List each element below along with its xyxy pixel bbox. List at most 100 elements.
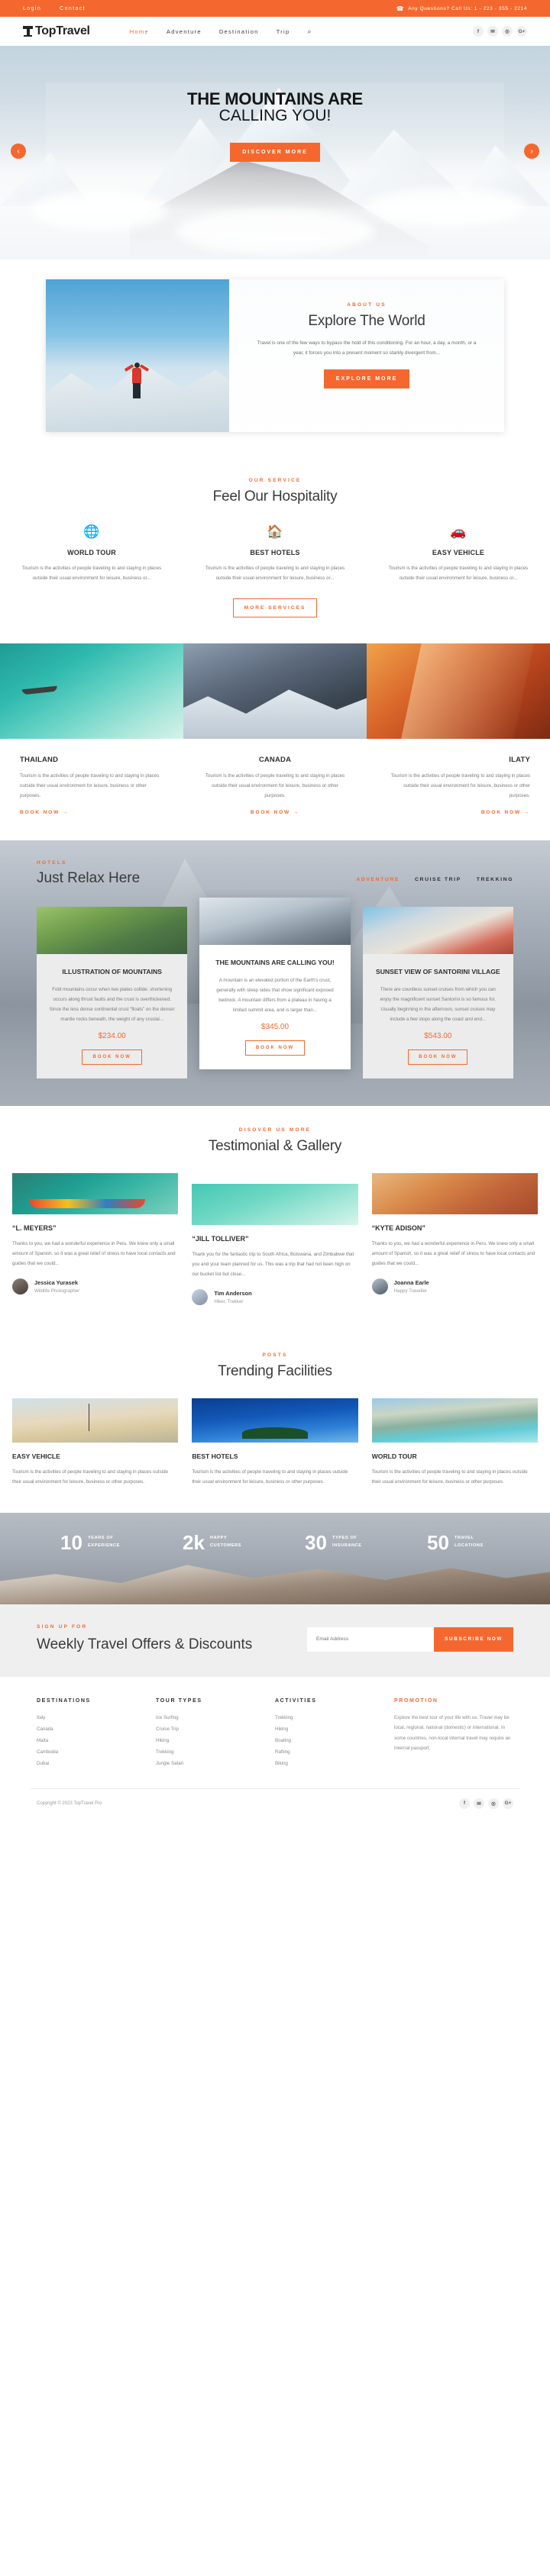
globe-icon: 🌐 xyxy=(83,524,100,539)
footer-column-title: DESTINATIONS xyxy=(37,1698,91,1704)
stat-item: 50 TRAVEL LOCATIONS xyxy=(397,1533,519,1552)
destination-image-ilaty[interactable] xyxy=(367,643,550,740)
chevron-right-icon[interactable]: › xyxy=(524,143,539,159)
hotels-title: Just Relax Here xyxy=(37,870,141,887)
nav-item-destination[interactable]: Destination xyxy=(219,28,259,35)
post-card[interactable]: WORLD TOUR Tourism is the activities of … xyxy=(371,1398,538,1487)
footer-link[interactable]: Dubai xyxy=(37,1759,156,1770)
posts-grid: EASY VEHICLE Tourism is the activities o… xyxy=(0,1398,550,1487)
more-services-button[interactable]: MORE SERVICES xyxy=(232,598,318,618)
facebook-icon[interactable]: f xyxy=(459,1797,470,1809)
header-socials: f ✉ ◎ G+ xyxy=(473,26,527,37)
newsletter-eyebrow: SIGN UP FOR xyxy=(37,1623,88,1630)
post-photo xyxy=(12,1398,179,1443)
about-title: Explore The World xyxy=(308,313,425,329)
stat-item: 30 TYPES OF INSURANCE xyxy=(275,1533,397,1552)
book-now-button[interactable]: BOOK NOW xyxy=(244,1040,306,1056)
destination-images xyxy=(0,643,550,740)
tab-cruise-trip[interactable]: CRUISE TRIP xyxy=(415,877,461,882)
services-eyebrow: OUR SERVICE xyxy=(248,478,302,483)
footer-link[interactable]: Jungle Safari xyxy=(156,1759,275,1770)
service-title: WORLD TOUR xyxy=(67,549,116,556)
post-photo xyxy=(192,1398,358,1443)
service-card-easy-vehicle[interactable]: 🚗 EASY VEHICLE Tourism is the activities… xyxy=(367,525,550,583)
instagram-icon[interactable]: ◎ xyxy=(502,26,513,37)
destination-image-canada[interactable] xyxy=(183,643,367,740)
post-card[interactable]: BEST HOTELS Tourism is the activities of… xyxy=(192,1398,358,1487)
explore-more-button[interactable]: EXPLORE MORE xyxy=(323,369,410,388)
service-card-world-tour[interactable]: 🌐 WORLD TOUR Tourism is the activities o… xyxy=(0,525,183,583)
contact-link[interactable]: Contact xyxy=(60,6,86,11)
instagram-icon[interactable]: ◎ xyxy=(488,1797,499,1809)
services-section: OUR SERVICE Feel Our Hospitality 🌐 WORLD… xyxy=(0,458,550,644)
top-bar: Login Contact ☎ Any Questions? Call Us: … xyxy=(0,0,550,17)
hiker-figure-icon xyxy=(124,360,150,400)
footer-column-promotion: PROMOTION Explore the best tour of your … xyxy=(394,1698,513,1769)
hotel-card[interactable]: SUNSET VIEW OF SANTORINI VILLAGE There a… xyxy=(362,907,513,1078)
nav-item-home[interactable]: Home xyxy=(130,28,149,35)
phone-info: ☎ Any Questions? Call Us: 1 - 223 - 355 … xyxy=(396,5,527,12)
hotel-text: Fold mountains occur when two plates col… xyxy=(49,986,175,1022)
destination-image-thailand[interactable] xyxy=(0,643,183,740)
footer-column-title: TOUR TYPES xyxy=(156,1698,202,1704)
hotel-text: A mountain is an elevated portion of the… xyxy=(216,977,334,1013)
book-now-button[interactable]: BOOK NOW xyxy=(82,1049,142,1065)
logo[interactable]: TopTravel xyxy=(23,24,90,38)
posts-section: POSTS Trending Facilities EASY VEHICLE T… xyxy=(0,1330,550,1513)
google-plus-icon[interactable]: G+ xyxy=(516,26,527,37)
destination-text: Tourism is the activities of people trav… xyxy=(390,773,530,799)
chevron-left-icon[interactable]: ‹ xyxy=(11,143,26,159)
stat-number: 10 xyxy=(60,1530,82,1554)
testimonial-text: Thanks to you, we had a wonderful experi… xyxy=(371,1240,535,1266)
footer-link[interactable]: Hiking xyxy=(275,1724,394,1736)
book-now-link[interactable]: BOOK NOW → xyxy=(20,810,69,815)
hero-title: THE MOUNTAINS ARE CALLING YOU! xyxy=(0,90,550,124)
footer-link[interactable]: Hiking xyxy=(156,1736,275,1747)
footer-link[interactable]: Canada xyxy=(37,1724,156,1736)
stat-number: 2k xyxy=(183,1530,205,1554)
twitter-icon[interactable]: ✉ xyxy=(487,26,498,37)
footer-link[interactable]: Cambodia xyxy=(37,1747,156,1759)
footer-link[interactable]: Rafting xyxy=(275,1747,394,1759)
discover-more-button[interactable]: DISCOVER MORE xyxy=(230,143,320,163)
footer-column-activities: ACTIVITIES Trekking Hiking Boating Rafti… xyxy=(275,1698,394,1769)
hotel-card[interactable]: ILLUSTRATION OF MOUNTAINS Fold mountains… xyxy=(37,907,188,1078)
hotel-card[interactable]: THE MOUNTAINS ARE CALLING YOU! A mountai… xyxy=(199,898,351,1069)
book-now-link[interactable]: BOOK NOW → xyxy=(481,810,530,815)
footer-link[interactable]: Malta xyxy=(37,1736,156,1747)
site-header: TopTravel Home Adventure Destination Tri… xyxy=(0,17,550,46)
search-icon[interactable]: ⌕ xyxy=(307,27,311,36)
tab-adventure[interactable]: ADVENTURE xyxy=(356,877,400,882)
post-card[interactable]: EASY VEHICLE Tourism is the activities o… xyxy=(12,1398,179,1487)
email-field[interactable] xyxy=(307,1627,435,1652)
google-plus-icon[interactable]: G+ xyxy=(503,1797,513,1809)
footer-link[interactable]: Trekking xyxy=(275,1713,394,1724)
testimonial-section: DISOVER US MORE Testimonial & Gallery “L… xyxy=(0,1105,550,1331)
hero-title-line2: CALLING YOU! xyxy=(218,107,332,125)
footer-link[interactable]: Cruise Trip xyxy=(156,1724,275,1736)
service-title: EASY VEHICLE xyxy=(432,549,485,556)
service-card-best-hotels[interactable]: 🏠 BEST HOTELS Tourism is the activities … xyxy=(183,525,367,583)
tab-trekking[interactable]: TREKKING xyxy=(477,877,513,882)
footer-link[interactable]: Italy xyxy=(37,1713,156,1724)
hotel-title: ILLUSTRATION OF MOUNTAINS xyxy=(62,968,162,976)
nav-item-trip[interactable]: Trip xyxy=(277,28,290,35)
hotel-title: SUNSET VIEW OF SANTORINI VILLAGE xyxy=(375,968,500,976)
destination-card-ilaty: ILATY Tourism is the activities of peopl… xyxy=(367,756,550,817)
footer-link[interactable]: Ice Surfing xyxy=(156,1713,275,1724)
stats-section: 10 YEARS OF EXPERIENCE 2k HAPPY CUSTOMER… xyxy=(0,1512,550,1604)
footer-link[interactable]: Trekking xyxy=(156,1747,275,1759)
main-nav: Home Adventure Destination Trip ⌕ xyxy=(130,27,312,36)
twitter-icon[interactable]: ✉ xyxy=(474,1797,484,1809)
footer-link[interactable]: Boating xyxy=(275,1736,394,1747)
book-now-link[interactable]: BOOK NOW → xyxy=(251,810,299,815)
nav-item-adventure[interactable]: Adventure xyxy=(167,28,202,35)
facebook-icon[interactable]: f xyxy=(473,26,484,37)
testimonial-quote: “L. MEYERS” xyxy=(12,1224,57,1232)
login-link[interactable]: Login xyxy=(23,6,41,11)
hero-section: THE MOUNTAINS ARE CALLING YOU! DISCOVER … xyxy=(0,46,550,260)
subscribe-now-button[interactable]: SUBSCRIBE NOW xyxy=(434,1627,513,1652)
destination-title: CANADA xyxy=(258,756,292,765)
book-now-button[interactable]: BOOK NOW xyxy=(408,1049,468,1065)
footer-link[interactable]: Biking xyxy=(275,1759,394,1770)
